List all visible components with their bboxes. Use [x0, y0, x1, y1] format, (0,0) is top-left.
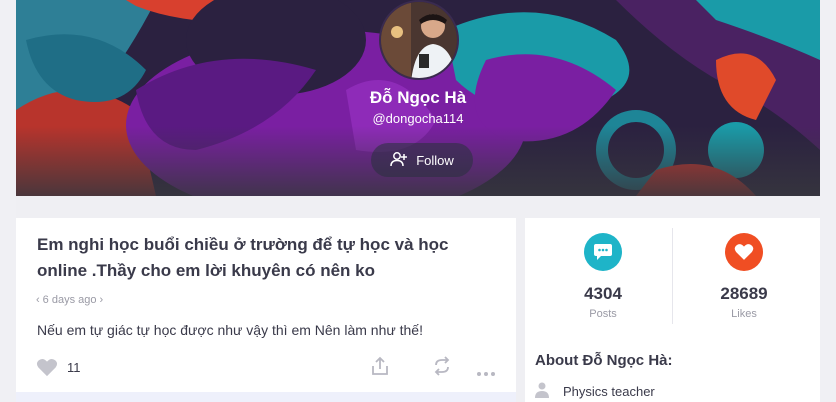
post-actions: 11: [36, 356, 504, 378]
profile-stats-card: 4304 Posts 28689 Likes About Đỗ Ngọc Hà:…: [525, 218, 820, 402]
chevron-left-icon: ‹: [36, 294, 40, 306]
heart-icon[interactable]: [36, 358, 58, 382]
post-title[interactable]: Em nghi học buổi chiều ở trường để tự họ…: [37, 232, 497, 284]
follow-label: Follow: [416, 152, 454, 168]
profile-handle: @dongocha114: [372, 111, 464, 126]
person-icon: [535, 382, 549, 401]
repost-icon[interactable]: [432, 356, 452, 381]
follow-button[interactable]: Follow: [371, 143, 473, 177]
post-time-label: 6 days ago: [42, 294, 97, 306]
likes-label: Likes: [731, 308, 757, 320]
posts-count: 4304: [584, 284, 622, 303]
share-icon[interactable]: [370, 356, 390, 381]
about-occupation: Physics teacher: [535, 382, 655, 401]
page-margin-left: [0, 0, 16, 402]
occupation-label: Physics teacher: [563, 384, 655, 399]
page-margin-right: [820, 0, 836, 402]
comment-strip: [16, 392, 516, 402]
like-count: 11: [67, 360, 81, 375]
chevron-right-icon: ›: [99, 294, 104, 306]
post-time[interactable]: ‹ 6 days ago ›: [36, 294, 103, 306]
add-user-icon: [390, 151, 408, 170]
chat-bubble-icon: [584, 233, 622, 271]
post-body: Nếu em tự giác tự học được như vậy thì e…: [37, 322, 423, 338]
posts-label: Posts: [589, 308, 617, 320]
more-dots-icon[interactable]: [476, 364, 496, 382]
posts-stat[interactable]: 4304 Posts: [543, 233, 663, 320]
likes-stat[interactable]: 28689 Likes: [684, 233, 804, 320]
heart-icon: [725, 233, 763, 271]
post-card: Em nghi học buổi chiều ở trường để tự họ…: [16, 218, 516, 402]
likes-count: 28689: [720, 284, 768, 303]
stats-divider: [672, 228, 673, 324]
avatar[interactable]: [379, 0, 459, 80]
about-title: About Đỗ Ngọc Hà:: [535, 352, 673, 369]
profile-name: Đỗ Ngọc Hà: [369, 88, 467, 107]
